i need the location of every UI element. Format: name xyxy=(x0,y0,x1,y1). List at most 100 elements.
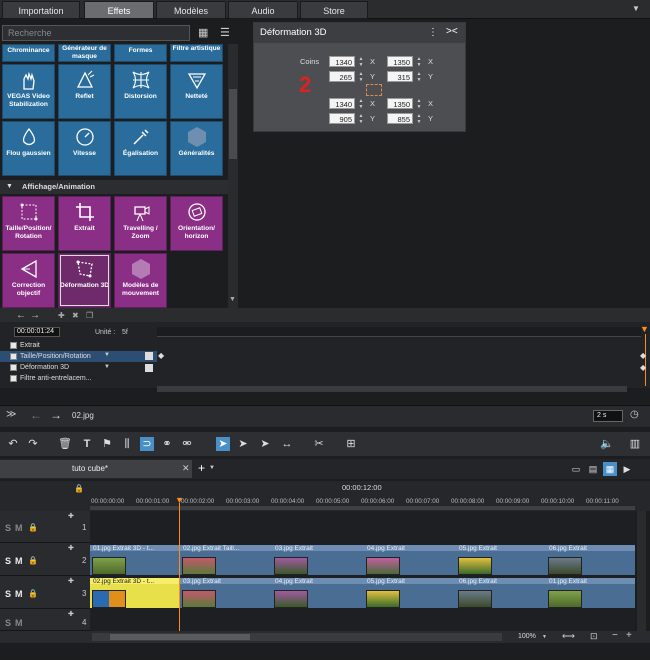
corner1-y-input[interactable]: 265 xyxy=(329,71,355,82)
split-icon[interactable]: ⫼ xyxy=(120,437,134,451)
solo-button[interactable]: S xyxy=(5,556,11,566)
text-tool-icon[interactable]: T xyxy=(80,437,94,451)
zoom-out-icon[interactable]: − xyxy=(612,630,618,641)
collapse-icon[interactable]: ≫ xyxy=(6,409,16,420)
checkbox[interactable] xyxy=(10,374,17,382)
effect-nettete[interactable]: Netteté xyxy=(170,64,223,119)
clip[interactable]: 04.jpg Extrait xyxy=(272,578,364,608)
trash-icon[interactable]: 🗑 xyxy=(58,437,72,451)
forward-arrow-icon[interactable]: → xyxy=(50,408,62,422)
clip[interactable]: 03.jpg Extrait xyxy=(272,545,364,575)
clip[interactable]: 05.jpg Extrait xyxy=(364,578,456,608)
spin-icon[interactable]: ▲ ▼ xyxy=(358,71,364,83)
solo-button[interactable]: S xyxy=(5,523,11,533)
corner4-y-input[interactable]: 855 xyxy=(387,113,413,124)
monitor-icon[interactable]: ▭ xyxy=(569,462,583,476)
effect-distorsion[interactable]: Distorsion xyxy=(114,64,167,119)
timeline-view-icon[interactable]: ▦ xyxy=(603,462,617,476)
collapse-panel-icon[interactable]: >< xyxy=(446,26,458,37)
clip[interactable]: 06.jpg Extrait xyxy=(456,578,546,608)
effect-vegas-stabilization[interactable]: VEGAS Video Stabilization xyxy=(2,64,55,119)
timeline-hscroll[interactable] xyxy=(92,633,502,641)
undo-icon[interactable]: ← xyxy=(16,310,26,321)
effect-extrait[interactable]: Extrait xyxy=(58,196,111,251)
duration-input[interactable]: 2 s xyxy=(593,410,623,422)
checkbox[interactable] xyxy=(10,352,17,360)
tab-effets[interactable]: Effets xyxy=(84,1,154,19)
effect-egalisation[interactable]: Égalisation xyxy=(114,121,167,176)
zoom-in-icon[interactable]: + xyxy=(626,630,632,641)
zoom-level[interactable]: 100% xyxy=(518,633,536,640)
solo-button[interactable]: S xyxy=(5,618,11,628)
list-view-icon[interactable]: ☰ xyxy=(220,26,232,39)
effect-generateur-masque[interactable]: Générateur de masque xyxy=(58,44,111,62)
corner1-x-input[interactable]: 1340 xyxy=(329,56,355,67)
speaker-icon[interactable]: 🔈 xyxy=(600,437,614,451)
clock-icon[interactable]: ◷ xyxy=(630,409,639,420)
unlink-icon[interactable]: ⚮ xyxy=(180,437,194,451)
clip-selected[interactable]: 02.jpg Extrait 3D - t... xyxy=(90,578,180,608)
effect-correction-objectif[interactable]: Correction objectif xyxy=(2,253,55,308)
solo-button[interactable]: S xyxy=(5,589,11,599)
marker-flag-icon[interactable]: ⚑ xyxy=(100,437,114,451)
lock-icon[interactable]: 🔒 xyxy=(28,556,38,565)
close-tab-icon[interactable]: ✕ xyxy=(182,463,190,474)
layout-icon[interactable]: ▤ xyxy=(586,462,600,476)
fit-width-icon[interactable]: ⟷ xyxy=(562,631,575,642)
tab-audio[interactable]: Audio xyxy=(228,1,298,19)
clip[interactable]: 05.jpg Extrait xyxy=(456,545,546,575)
effect-orientation-horizon[interactable]: Orientation/ horizon xyxy=(170,196,223,251)
mute-button[interactable]: M xyxy=(15,618,23,628)
track-header-3[interactable]: S M 🔒 3 ✚ xyxy=(0,576,90,609)
effect-chrominance[interactable]: Chrominance xyxy=(2,44,55,62)
effect-filtre-artistique[interactable]: Filtre artistique xyxy=(170,44,223,62)
checkbox[interactable] xyxy=(10,341,17,349)
keyframe-row-extrait[interactable]: Extrait xyxy=(0,340,157,351)
keyframe-row-deformation[interactable]: Déformation 3D xyxy=(0,362,157,373)
pointer-icon[interactable]: ➤ xyxy=(216,437,230,451)
video-icon[interactable]: ▶ xyxy=(620,462,634,476)
lock-icon[interactable]: 🔒 xyxy=(74,484,84,493)
track-header-1[interactable]: S M 🔒 1 ✚ xyxy=(0,511,90,543)
clip[interactable]: 03.jpg Extrait xyxy=(180,578,272,608)
work-area-bar[interactable] xyxy=(90,506,635,510)
checkbox[interactable] xyxy=(10,363,17,371)
keyframe-ruler[interactable] xyxy=(157,327,641,337)
category-header[interactable]: Affichage/Animation xyxy=(0,180,228,194)
mute-button[interactable]: M xyxy=(15,556,23,566)
effect-deformation-3d[interactable]: Déformation 3D xyxy=(58,253,111,308)
keyframe-hscroll[interactable] xyxy=(157,386,627,392)
effect-flou-gaussien[interactable]: Flou gaussien xyxy=(2,121,55,176)
clip[interactable]: 04.jpg Extrait xyxy=(364,545,456,575)
corner2-y-input[interactable]: 315 xyxy=(387,71,413,82)
clip[interactable]: 01.jpg Extrait 3D - t... xyxy=(90,545,180,575)
clip[interactable]: 01.jpg Extrait xyxy=(546,578,635,608)
add-track-icon[interactable]: ✚ xyxy=(68,544,74,552)
track-header-4[interactable]: S M 4 ✚ xyxy=(0,609,90,631)
tab-importation[interactable]: Importation xyxy=(2,1,80,19)
track-header-2[interactable]: S M 🔒 2 ✚ xyxy=(0,543,90,576)
keyframe-diamond-icon[interactable]: ◆ xyxy=(640,363,646,372)
graph-icon[interactable] xyxy=(145,352,153,360)
redo-icon[interactable]: → xyxy=(30,310,40,321)
scroll-down-icon[interactable]: ▼ xyxy=(229,296,236,303)
timeline-vscroll[interactable] xyxy=(637,511,646,631)
effect-travelling-zoom[interactable]: Travelling / Zoom xyxy=(114,196,167,251)
link-icon[interactable]: ⚭ xyxy=(160,437,174,451)
effect-formes[interactable]: Formes xyxy=(114,44,167,62)
clip[interactable]: 06.jpg Extrait xyxy=(546,545,635,575)
project-tab[interactable]: tuto cube* xyxy=(0,460,192,478)
keyframe-diamond-icon[interactable]: ◆ xyxy=(640,351,646,360)
effect-modeles-mouvement[interactable]: Modèles de mouvement xyxy=(114,253,167,308)
mixer-icon[interactable]: ▥ xyxy=(628,437,642,451)
mute-button[interactable]: M xyxy=(15,523,23,533)
effect-taille-position-rotation[interactable]: Taille/Position/ Rotation xyxy=(2,196,55,251)
collapse-arrow-icon[interactable]: ▼ xyxy=(6,183,13,190)
add-track-icon[interactable]: ✚ xyxy=(68,512,74,520)
keyframe-diamond-icon[interactable]: ◆ xyxy=(158,351,164,360)
add-track-icon[interactable]: ✚ xyxy=(68,577,74,585)
scrollbar-thumb[interactable] xyxy=(110,634,250,640)
pointer-multi-icon[interactable]: ➤ xyxy=(236,437,250,451)
add-track-icon[interactable]: ✚ xyxy=(68,610,74,618)
spin-icon[interactable]: ▲ ▼ xyxy=(358,98,364,110)
